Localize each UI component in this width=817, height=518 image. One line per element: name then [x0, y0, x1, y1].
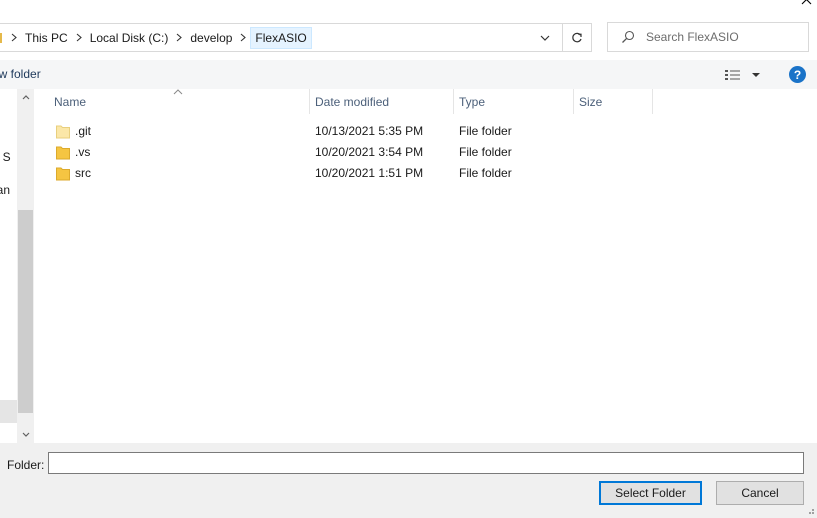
file-name: src — [75, 166, 91, 180]
help-button[interactable]: ? — [789, 66, 806, 83]
column-header-type[interactable]: Type — [453, 89, 574, 114]
refresh-button[interactable] — [563, 23, 592, 52]
refresh-icon — [572, 32, 582, 42]
folder-icon — [0, 32, 2, 43]
file-list: Name Date modified Type Size .git 10/13/… — [34, 89, 817, 443]
crumb-develop[interactable]: develop — [186, 27, 236, 49]
scrollbar-thumb[interactable] — [18, 210, 33, 413]
resize-grip-icon[interactable] — [805, 505, 815, 515]
chevron-right-icon[interactable] — [7, 27, 21, 49]
crumb-this-pc[interactable]: This PC — [21, 27, 72, 49]
caret-down-icon — [752, 73, 760, 77]
column-header-name[interactable]: Name — [48, 89, 310, 114]
folder-name-input[interactable] — [48, 452, 804, 474]
file-date: 10/13/2021 5:35 PM — [315, 124, 424, 138]
chevron-right-icon[interactable] — [72, 27, 86, 49]
table-row[interactable]: .vs 10/20/2021 3:54 PM File folder — [56, 142, 656, 163]
nav-item[interactable]: al S — [0, 150, 11, 164]
folder-icon — [56, 146, 70, 160]
nav-item[interactable]: gan — [0, 183, 10, 197]
folder-icon — [56, 167, 70, 181]
file-type: File folder — [459, 145, 512, 159]
file-date: 10/20/2021 3:54 PM — [315, 145, 424, 159]
file-name: .git — [75, 124, 92, 138]
cancel-button[interactable]: Cancel — [716, 481, 804, 505]
dialog-footer: Folder: Select Folder Cancel — [0, 443, 817, 518]
crumb-local-disk[interactable]: Local Disk (C:) — [86, 27, 173, 49]
file-type: File folder — [459, 124, 512, 138]
chevron-right-icon[interactable] — [236, 27, 250, 49]
column-header-date[interactable]: Date modified — [309, 89, 454, 114]
nav-selected-highlight — [0, 400, 17, 423]
search-box[interactable] — [607, 22, 809, 52]
chevron-right-icon[interactable] — [172, 27, 186, 49]
close-icon[interactable] — [796, 0, 817, 11]
scroll-up-icon[interactable] — [17, 89, 34, 106]
file-name: .vs — [75, 145, 91, 159]
chevron-down-icon[interactable] — [534, 27, 556, 49]
folder-label: Folder: — [7, 458, 45, 472]
search-input[interactable] — [646, 24, 806, 50]
column-header-size[interactable]: Size — [573, 89, 653, 114]
search-icon — [622, 30, 635, 43]
crumb-flexasio[interactable]: FlexASIO — [250, 26, 312, 49]
command-bar: ew folder ? — [0, 60, 817, 89]
file-date: 10/20/2021 1:51 PM — [315, 166, 424, 180]
table-row[interactable]: .git 10/13/2021 5:35 PM File folder — [56, 121, 656, 142]
table-row[interactable]: src 10/20/2021 1:51 PM File folder — [56, 163, 656, 184]
file-type: File folder — [459, 166, 512, 180]
view-options-icon — [725, 70, 740, 80]
scroll-down-icon[interactable] — [17, 426, 34, 443]
view-options-button[interactable] — [724, 66, 764, 84]
select-folder-button[interactable]: Select Folder — [599, 481, 702, 505]
breadcrumb: This PC Local Disk (C:) develop FlexASIO — [0, 24, 312, 51]
address-bar[interactable]: This PC Local Disk (C:) develop FlexASIO — [0, 23, 563, 52]
new-folder-button[interactable]: ew folder — [0, 67, 41, 81]
folder-icon — [56, 125, 70, 139]
nav-scrollbar[interactable] — [17, 89, 34, 443]
